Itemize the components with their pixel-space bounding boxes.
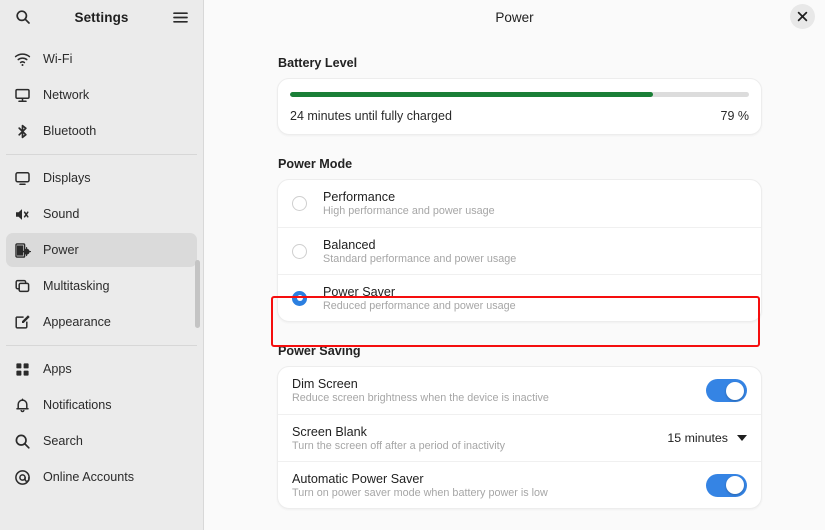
row-texts: Dim Screen Reduce screen brightness when… xyxy=(292,377,706,404)
radio-icon[interactable] xyxy=(292,243,307,259)
row-texts: Performance High performance and power u… xyxy=(323,190,747,217)
sidebar-item-label: Search xyxy=(43,434,83,448)
sidebar-item-power[interactable]: Power xyxy=(6,233,197,267)
sidebar-item-label: Bluetooth xyxy=(43,124,97,138)
dropdown-value: 15 minutes xyxy=(667,431,728,445)
row-subtitle: Turn on power saver mode when battery po… xyxy=(292,486,548,499)
hamburger-menu-icon[interactable] xyxy=(167,4,193,30)
row-subtitle: Reduce screen brightness when the device… xyxy=(292,392,549,404)
sidebar-item-apps[interactable]: Apps xyxy=(6,352,197,386)
sidebar-item-label: Sound xyxy=(43,207,80,221)
row-texts: Screen Blank Turn the screen off after a… xyxy=(292,425,667,452)
toggle-knob xyxy=(726,381,744,400)
battery-percentage: 79 % xyxy=(720,109,750,123)
option-title: Balanced xyxy=(323,237,376,252)
power-icon xyxy=(14,242,31,259)
sidebar-item-sound[interactable]: Sound xyxy=(6,197,197,231)
power-saving-row-screen-blank[interactable]: Screen Blank Turn the screen off after a… xyxy=(278,414,761,461)
sidebar-divider xyxy=(6,345,197,346)
automatic-power-saver-toggle[interactable] xyxy=(706,473,747,497)
power-mode-option-performance[interactable]: Performance High performance and power u… xyxy=(278,180,761,227)
power-mode-option-power-saver[interactable]: Power Saver Reduced performance and powe… xyxy=(278,274,761,321)
sidebar-item-label: Apps xyxy=(43,362,72,376)
sidebar-scrollbar-thumb[interactable] xyxy=(195,260,200,328)
power-mode-heading: Power Mode xyxy=(278,157,353,171)
battery-progress-fill xyxy=(290,92,653,97)
battery-progress-bar xyxy=(290,92,749,97)
sidebar-item-label: Appearance xyxy=(43,315,111,329)
search-icon xyxy=(14,433,31,450)
page-title: Power xyxy=(495,9,534,25)
power-saving-row-dim-screen[interactable]: Dim Screen Reduce screen brightness when… xyxy=(278,367,761,414)
row-title: Screen Blank xyxy=(292,424,367,439)
display-icon xyxy=(14,170,31,187)
settings-content: Battery Level 24 minutes until fully cha… xyxy=(204,56,825,509)
power-saving-card: Dim Screen Reduce screen brightness when… xyxy=(277,366,762,509)
sound-icon xyxy=(14,206,31,223)
power-mode-option-balanced[interactable]: Balanced Standard performance and power … xyxy=(278,227,761,274)
sidebar-item-multitasking[interactable]: Multitasking xyxy=(6,269,197,303)
radio-icon[interactable] xyxy=(292,196,307,211)
bell-icon xyxy=(14,397,31,414)
close-icon[interactable] xyxy=(790,4,815,29)
main-panel: Power Battery Level 24 minutes until ful… xyxy=(204,0,825,530)
option-title: Performance xyxy=(323,190,396,204)
sidebar-item-notifications[interactable]: Notifications xyxy=(6,388,197,422)
sidebar-scrollbar[interactable] xyxy=(195,0,202,530)
row-texts: Balanced Standard performance and power … xyxy=(323,238,747,265)
battery-level-heading: Battery Level xyxy=(278,56,358,70)
sidebar-item-label: Multitasking xyxy=(43,279,110,293)
sidebar-item-label: Power xyxy=(43,243,79,257)
option-subtitle: Standard performance and power usage xyxy=(323,252,517,265)
search-icon[interactable] xyxy=(10,4,36,30)
row-texts: Power Saver Reduced performance and powe… xyxy=(323,285,747,312)
appearance-icon xyxy=(14,314,31,331)
sidebar-item-appearance[interactable]: Appearance xyxy=(6,305,197,339)
radio-icon[interactable] xyxy=(292,290,307,306)
row-title: Dim Screen xyxy=(292,377,358,391)
sidebar-item-wifi[interactable]: Wi-Fi xyxy=(6,42,197,76)
row-title: Automatic Power Saver xyxy=(292,471,424,486)
power-saving-heading: Power Saving xyxy=(278,344,361,358)
multitasking-icon xyxy=(14,278,31,295)
sidebar-item-search[interactable]: Search xyxy=(6,424,197,458)
toggle-knob xyxy=(726,476,744,494)
row-texts: Automatic Power Saver Turn on power save… xyxy=(292,472,706,499)
sidebar-item-label: Notifications xyxy=(43,398,112,412)
sidebar-item-label: Displays xyxy=(43,171,91,185)
dim-screen-toggle[interactable] xyxy=(706,379,747,402)
network-icon xyxy=(14,87,31,104)
sidebar-item-label: Online Accounts xyxy=(43,470,135,484)
sidebar-item-online-accounts[interactable]: Online Accounts xyxy=(6,460,197,494)
sidebar-item-displays[interactable]: Displays xyxy=(6,161,197,195)
sidebar-item-label: Network xyxy=(43,88,90,102)
sidebar: Settings Wi-Fi Network Bluetooth Display… xyxy=(0,0,204,530)
option-subtitle: High performance and power usage xyxy=(323,205,495,217)
apps-icon xyxy=(14,361,31,378)
wifi-icon xyxy=(14,51,31,68)
main-header: Power xyxy=(204,0,825,34)
sidebar-divider xyxy=(6,154,197,155)
at-sign-icon xyxy=(14,469,31,486)
power-saving-row-automatic-power-saver[interactable]: Automatic Power Saver Turn on power save… xyxy=(278,461,761,508)
settings-window: Settings Wi-Fi Network Bluetooth Display… xyxy=(0,0,825,530)
chevron-down-icon xyxy=(737,435,747,441)
battery-status-row: 24 minutes until fully charged 79 % xyxy=(290,109,749,123)
power-mode-card: Performance High performance and power u… xyxy=(277,179,762,322)
sidebar-item-bluetooth[interactable]: Bluetooth xyxy=(6,114,197,148)
sidebar-nav: Wi-Fi Network Bluetooth Displays Sound P… xyxy=(0,34,203,494)
row-subtitle: Turn the screen off after a period of in… xyxy=(292,439,506,452)
option-subtitle: Reduced performance and power usage xyxy=(323,299,516,312)
sidebar-item-network[interactable]: Network xyxy=(6,78,197,112)
battery-status-text: 24 minutes until fully charged xyxy=(290,109,452,123)
option-title: Power Saver xyxy=(323,284,396,299)
battery-level-card: 24 minutes until fully charged 79 % xyxy=(277,78,762,135)
bluetooth-icon xyxy=(14,123,31,140)
sidebar-header: Settings xyxy=(0,0,203,34)
sidebar-item-label: Wi-Fi xyxy=(43,52,73,66)
screen-blank-dropdown[interactable]: 15 minutes xyxy=(667,431,747,445)
